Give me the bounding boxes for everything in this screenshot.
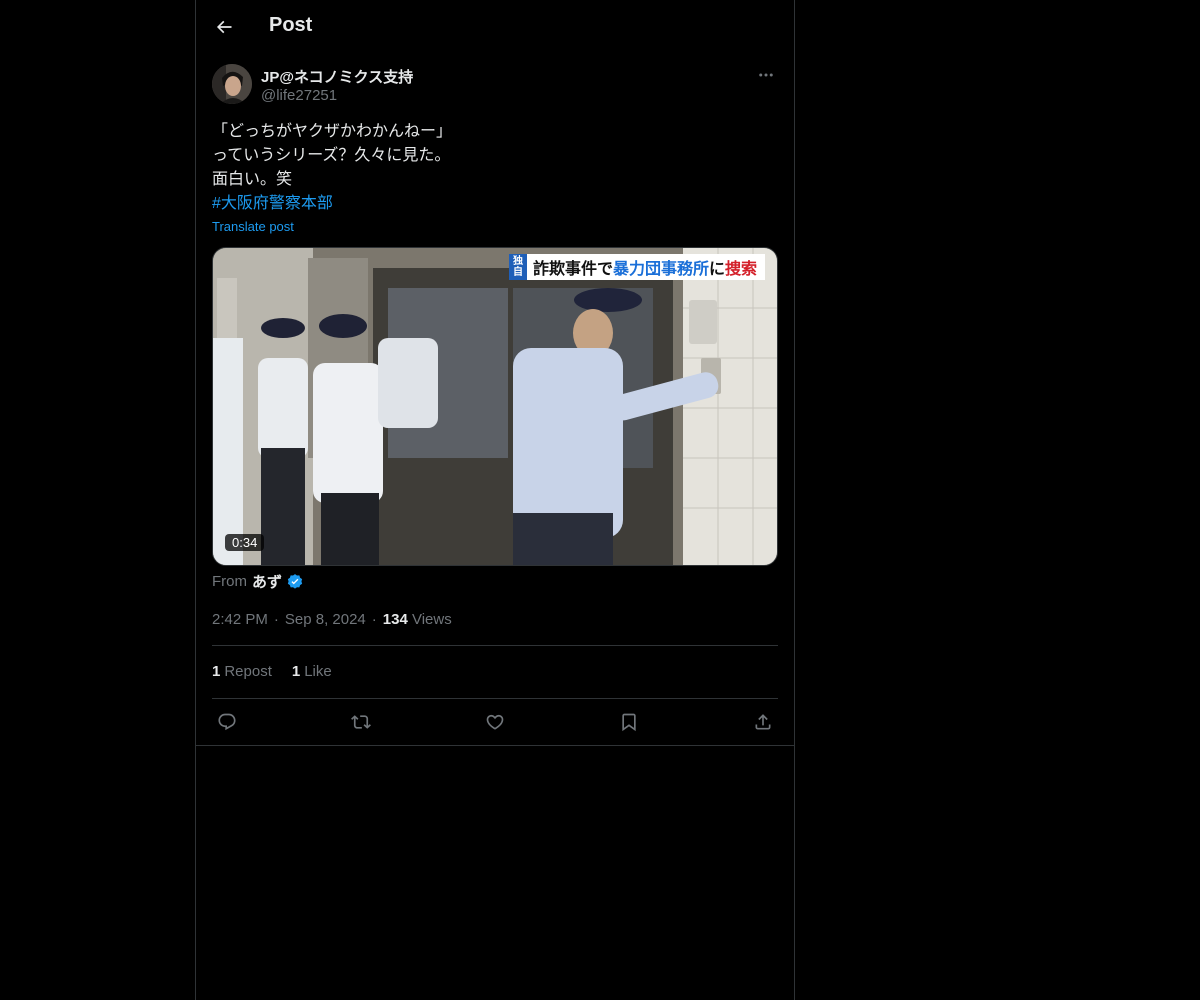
post-date[interactable]: Sep 8, 2024 [285,611,366,628]
divider [212,698,778,699]
caption-text: 詐欺事件で 暴力団事務所 に 捜索 [526,254,765,280]
post-detail-column: Post JP@ネコノミクス支持 @life27251 「どっちがヤクザかわかん… [195,0,795,1000]
news-caption-banner: 独 自 詐欺事件で 暴力団事務所 に 捜索 [508,254,765,280]
reply-icon [218,713,236,731]
engagement-stats: 1 Repost 1 Like [212,663,332,680]
post-time[interactable]: 2:42 PM [212,611,268,628]
reply-button[interactable] [212,707,242,737]
translate-post-link[interactable]: Translate post [212,219,294,234]
video-player[interactable]: 独 自 詐欺事件で 暴力団事務所 に 捜索 0:34 [212,247,778,566]
source-account-link[interactable]: あず [252,571,282,592]
back-button[interactable] [208,11,240,43]
action-bar [212,707,778,737]
from-label: From [212,573,247,590]
likes-stat[interactable]: 1 Like [292,663,332,680]
views-count: 134 [382,611,408,628]
media-attribution: From あず [212,571,304,592]
bookmark-button[interactable] [614,707,644,737]
avatar[interactable] [212,64,252,104]
video-thumbnail [213,248,777,565]
arrow-left-icon [216,20,232,34]
bookmark-icon [622,713,636,732]
verified-badge-icon [286,573,304,591]
post-text-line: 面白い。笑 [212,171,293,188]
share-button[interactable] [748,707,778,737]
caption-tag: 独 自 [508,254,527,280]
post-author: JP@ネコノミクス支持 @life27251 [212,64,778,108]
video-duration-badge: 0:34 [225,534,265,551]
post-bottom-border [196,745,794,746]
page-title: Post [269,14,313,36]
views-label: Views [411,611,452,628]
more-options-button[interactable] [754,64,778,86]
like-button[interactable] [480,707,510,737]
share-icon [755,714,771,730]
more-horizontal-icon [759,73,773,77]
repost-button[interactable] [346,707,376,737]
reposts-stat[interactable]: 1 Repost [212,663,272,680]
author-display-name[interactable]: JP@ネコノミクス支持 [261,66,413,87]
top-bar: Post [196,0,794,54]
heart-icon [486,714,504,730]
post-meta: 2:42 PM · Sep 8, 2024 · 134 Views [212,611,452,628]
post-text-line: 「どっちがヤクザかわかんねー」 [212,123,453,140]
divider [212,645,778,646]
author-handle[interactable]: @life27251 [261,87,337,104]
hashtag-link[interactable]: #大阪府警察本部 [212,192,778,216]
repost-icon [351,715,371,729]
post-text-line: っていうシリーズ？久々に見た。 [212,147,451,164]
post-text: 「どっちがヤクザかわかんねー」 っていうシリーズ？久々に見た。 面白い。笑 #大… [212,120,778,216]
